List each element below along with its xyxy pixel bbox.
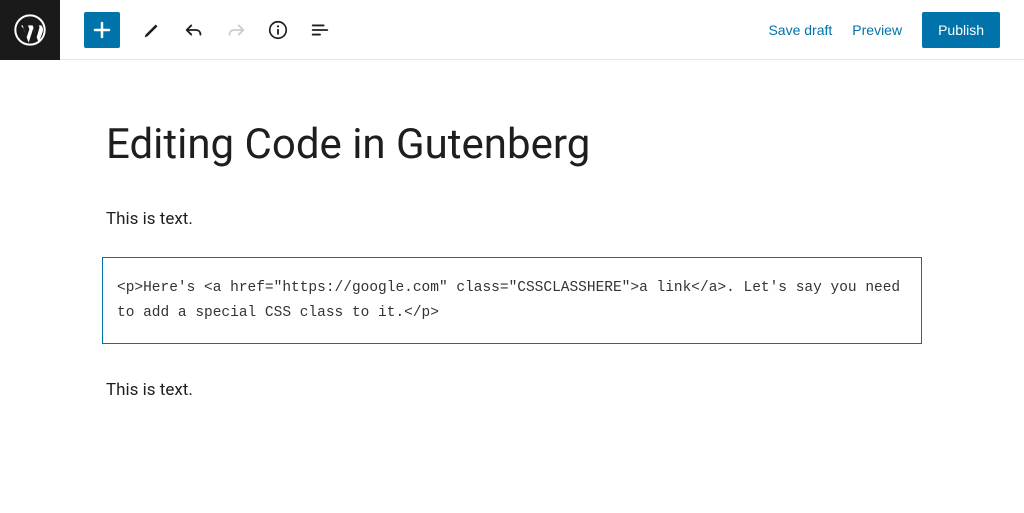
publish-button[interactable]: Publish	[922, 12, 1000, 48]
plus-icon	[90, 18, 114, 42]
wordpress-icon	[14, 14, 46, 46]
list-icon	[309, 19, 331, 41]
undo-icon	[183, 19, 205, 41]
redo-button[interactable]	[224, 18, 248, 42]
paragraph-block[interactable]: This is text.	[102, 380, 922, 400]
editor-toolbar: Save draft Preview Publish	[0, 0, 1024, 60]
post-title[interactable]: Editing Code in Gutenberg	[102, 120, 922, 169]
code-block-selected[interactable]: <p>Here's <a href="https://google.com" c…	[102, 257, 922, 344]
paragraph-block[interactable]: This is text.	[102, 209, 922, 229]
redo-icon	[225, 19, 247, 41]
editor-canvas: Editing Code in Gutenberg This is text. …	[102, 60, 922, 400]
add-block-button[interactable]	[84, 12, 120, 48]
wordpress-logo[interactable]	[0, 0, 60, 60]
info-button[interactable]	[266, 18, 290, 42]
preview-button[interactable]: Preview	[852, 22, 902, 38]
edit-tool-button[interactable]	[140, 18, 164, 42]
save-draft-button[interactable]: Save draft	[768, 22, 832, 38]
pencil-icon	[141, 19, 163, 41]
info-icon	[267, 19, 289, 41]
tool-icons	[140, 18, 332, 42]
undo-button[interactable]	[182, 18, 206, 42]
outline-button[interactable]	[308, 18, 332, 42]
header-actions: Save draft Preview Publish	[768, 12, 1024, 48]
